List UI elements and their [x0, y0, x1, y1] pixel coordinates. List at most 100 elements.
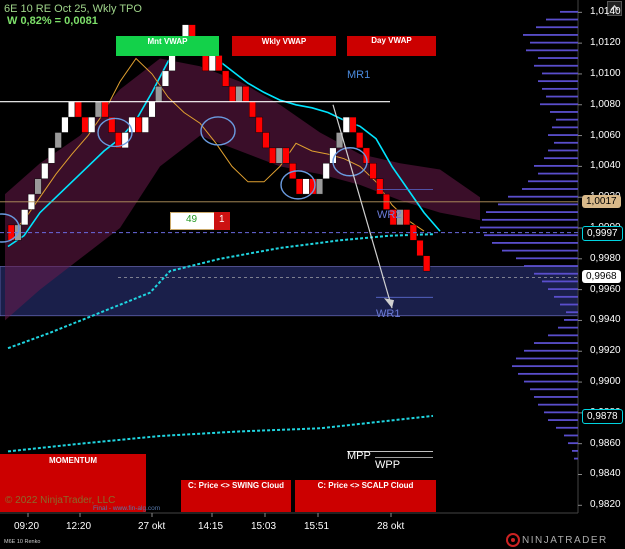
volume-profile-bar: [560, 303, 578, 306]
wkly-vwap-button[interactable]: Wkly VWAP: [232, 36, 336, 56]
y-tick-label: 0,9960: [590, 283, 621, 295]
renko-brick: [41, 163, 49, 179]
volume-profile-bar: [530, 388, 578, 391]
volume-profile-bar: [556, 118, 578, 121]
volume-profile-bar: [538, 57, 578, 59]
volume-profile-bar: [512, 365, 578, 368]
volume-profile-bar: [564, 319, 578, 321]
instrument-footer: M6E 10 Renko: [4, 539, 41, 545]
volume-profile-bar: [482, 218, 578, 221]
volume-profile-bar: [484, 234, 578, 237]
renko-brick: [376, 178, 384, 195]
ninjatrader-logo-icon: [506, 533, 520, 547]
renko-brick: [141, 116, 149, 133]
volume-profile-bar: [518, 372, 578, 375]
renko-brick: [88, 116, 96, 133]
renko-brick: [275, 147, 283, 164]
renko-brick: [94, 101, 102, 118]
volume-profile-bar: [486, 211, 578, 213]
renko-brick: [342, 116, 350, 133]
volume-profile-bar: [516, 257, 578, 260]
volume-profile-bar: [546, 95, 578, 98]
volume-profile-bar: [542, 72, 578, 75]
x-tick-label: 15:51: [304, 521, 330, 532]
volume-profile-bar: [536, 26, 578, 29]
volume-profile-bar: [544, 411, 578, 414]
scalp-cloud-button[interactable]: C: Price <> SCALP Cloud: [295, 480, 436, 512]
x-tick-label: 12:20: [66, 521, 92, 532]
x-tick-label: 15:03: [251, 521, 277, 532]
volume-profile-bar: [548, 419, 578, 421]
renko-brick: [282, 147, 290, 164]
volume-profile-bar: [534, 396, 578, 398]
renko-brick: [316, 178, 324, 195]
price-tag: 1,0017: [582, 194, 621, 208]
y-tick-label: 1,0140: [590, 6, 621, 18]
y-tick-label: 1,0060: [590, 129, 621, 141]
day-vwap-button[interactable]: Day VWAP: [347, 36, 436, 56]
volume-profile-bar: [538, 172, 578, 175]
volume-profile-bar: [554, 141, 578, 144]
volume-profile-bar: [564, 434, 578, 437]
volume-profile-bar: [508, 195, 578, 198]
renko-brick: [68, 101, 76, 118]
volume-profile-bar: [542, 87, 578, 90]
mpp-label: MPP: [347, 450, 371, 462]
y-tick-label: 0,9920: [590, 345, 621, 357]
x-tick-label: 28 okt: [377, 521, 405, 532]
renko-brick: [208, 55, 216, 72]
weekly-change: W 0,82% = 0,0081: [7, 15, 98, 27]
renko-brick: [269, 147, 277, 164]
volume-profile-bar: [550, 111, 578, 113]
y-tick-label: 1,0120: [590, 37, 621, 49]
y-tick-label: 0,9840: [590, 468, 621, 480]
volume-profile-bar: [538, 403, 578, 406]
volume-profile-bar: [524, 349, 578, 352]
website-label: Final - www.fin-alg.com: [93, 505, 161, 512]
volume-profile-bar: [516, 357, 578, 360]
y-tick-label: 0,9900: [590, 376, 621, 388]
volume-profile-bar: [556, 426, 578, 429]
volume-profile-bar: [560, 10, 578, 13]
volume-profile-bar: [548, 134, 578, 136]
renko-brick: [202, 55, 210, 72]
counter-value: 49: [186, 214, 198, 225]
renko-brick: [416, 240, 424, 256]
y-tick-label: 0,9820: [590, 499, 621, 511]
volume-profile-bar: [526, 49, 578, 52]
volume-profile-bar: [502, 249, 578, 252]
volume-profile-bar: [558, 326, 578, 329]
volume-profile-bar: [528, 180, 578, 183]
renko-brick: [248, 101, 256, 118]
price-tag: 0,9878: [582, 408, 623, 424]
renko-brick: [135, 116, 143, 133]
renko-brick: [168, 55, 176, 72]
volume-profile-bar: [534, 342, 578, 344]
volume-profile-bar: [534, 164, 578, 167]
renko-brick: [356, 132, 364, 149]
y-tick-label: 1,0080: [590, 98, 621, 110]
volume-profile-bar: [523, 34, 578, 36]
instrument-title: 6E 10 RE Oct 25, Wkly TPO: [4, 3, 142, 15]
y-tick-label: 0,9860: [590, 437, 621, 449]
renko-brick: [423, 255, 431, 272]
y-tick-label: 0,9980: [590, 252, 621, 264]
mnt-vwap-button[interactable]: Mnt VWAP: [116, 36, 219, 56]
renko-brick: [222, 70, 230, 87]
ninjatrader-logo: NINJATRADER: [506, 533, 608, 547]
wr1-label: WR1: [376, 308, 401, 320]
x-tick-label: 14:15: [198, 521, 224, 532]
volume-profile-bar: [548, 288, 578, 291]
renko-brick: [155, 86, 163, 102]
volume-profile-bar: [548, 334, 578, 337]
wr2-label: WR2: [377, 209, 402, 221]
volume-profile-bar: [524, 380, 578, 383]
volume-profile-bar: [538, 80, 578, 83]
volume-profile-bar: [544, 157, 578, 160]
ninjatrader-logo-text: NINJATRADER: [522, 534, 608, 546]
swing-cloud-button[interactable]: C: Price <> SWING Cloud: [181, 480, 291, 512]
volume-profile-bar: [568, 442, 578, 445]
volume-profile-bar: [542, 280, 578, 283]
renko-brick: [34, 178, 42, 195]
renko-brick: [295, 178, 303, 195]
